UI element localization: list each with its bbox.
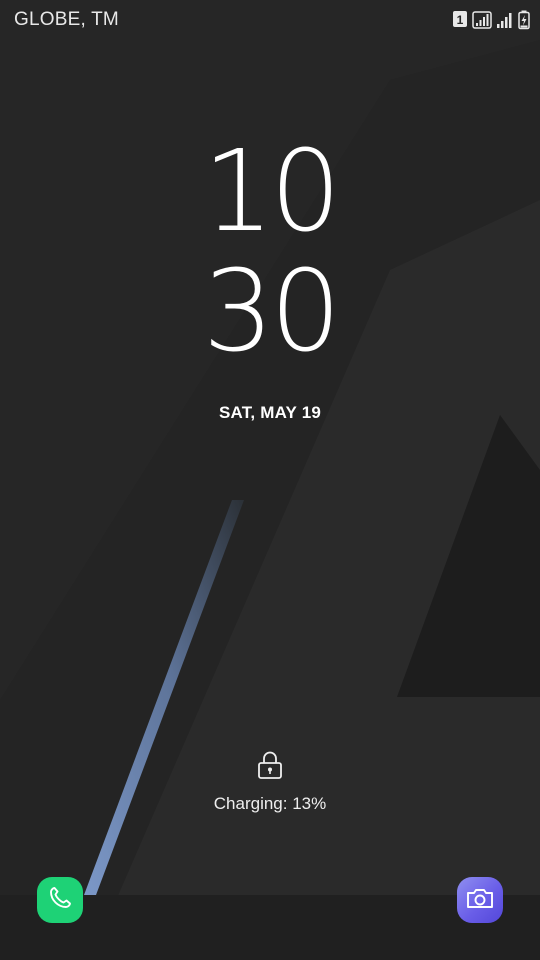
sim-badge-label: 1 [457,13,464,27]
camera-icon [465,885,495,916]
date-label: SAT, MAY 19 [218,403,322,422]
phone-icon [46,884,74,917]
camera-shortcut-button[interactable] [457,877,503,923]
status-bar: GLOBE, TM 1 [0,0,540,40]
phone-shortcut-button[interactable] [37,877,83,923]
signal-icon [496,10,514,30]
carrier-name: GLOBE, TM [14,9,119,30]
charging-status: Charging: 13% [213,794,327,813]
lock-screen: GLOBE, TM 1 10 30 SAT, MAY 19 Charging: … [0,0,540,960]
clock-minute: 30 [202,247,342,377]
battery-charging-icon [518,10,530,30]
status-icons: 1 [452,10,530,30]
sim-1-icon: 1 [452,10,468,30]
lock-icon[interactable] [257,750,283,780]
signal-icon [472,10,492,30]
clock-hour: 10 [202,127,342,257]
